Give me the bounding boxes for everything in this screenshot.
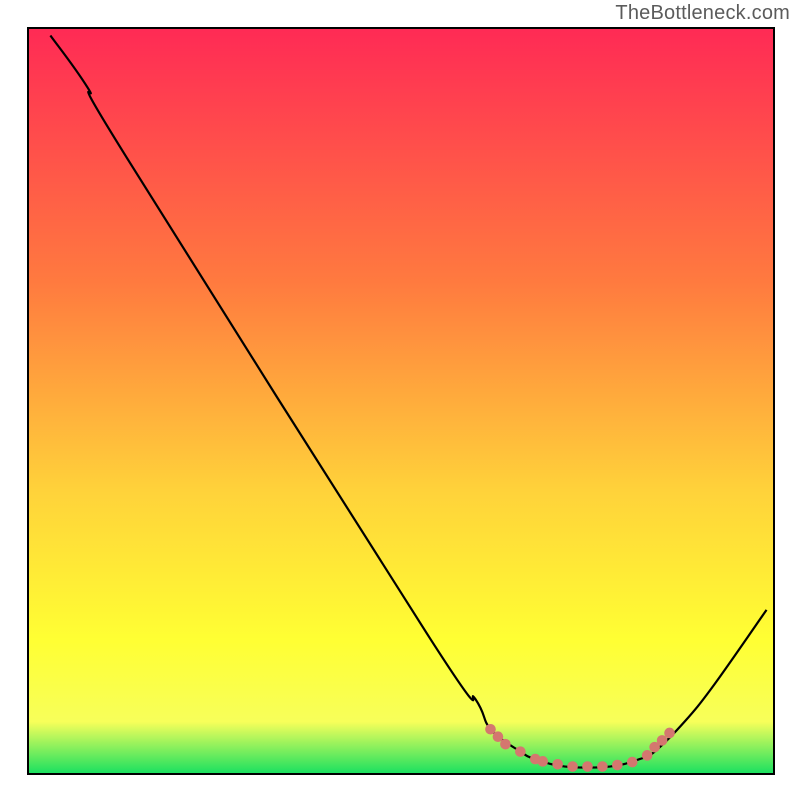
highlight-dot bbox=[493, 731, 504, 742]
watermark-text: TheBottleneck.com bbox=[615, 2, 790, 25]
highlight-dot bbox=[515, 746, 526, 757]
highlight-dot bbox=[657, 735, 668, 746]
chart-stage: { "watermark": "TheBottleneck.com", "col… bbox=[0, 0, 800, 800]
highlight-dot bbox=[597, 761, 608, 772]
plot-background bbox=[28, 28, 774, 774]
highlight-dot bbox=[612, 760, 623, 771]
highlight-dot bbox=[627, 757, 638, 768]
highlight-dot bbox=[485, 724, 496, 735]
highlight-dot bbox=[537, 756, 548, 767]
highlight-dot bbox=[552, 759, 563, 770]
highlight-dot bbox=[582, 761, 593, 772]
highlight-dot bbox=[664, 728, 675, 739]
highlight-dot bbox=[500, 739, 511, 750]
bottleneck-chart bbox=[0, 0, 800, 800]
highlight-dot bbox=[642, 750, 653, 761]
highlight-dot bbox=[567, 761, 578, 772]
